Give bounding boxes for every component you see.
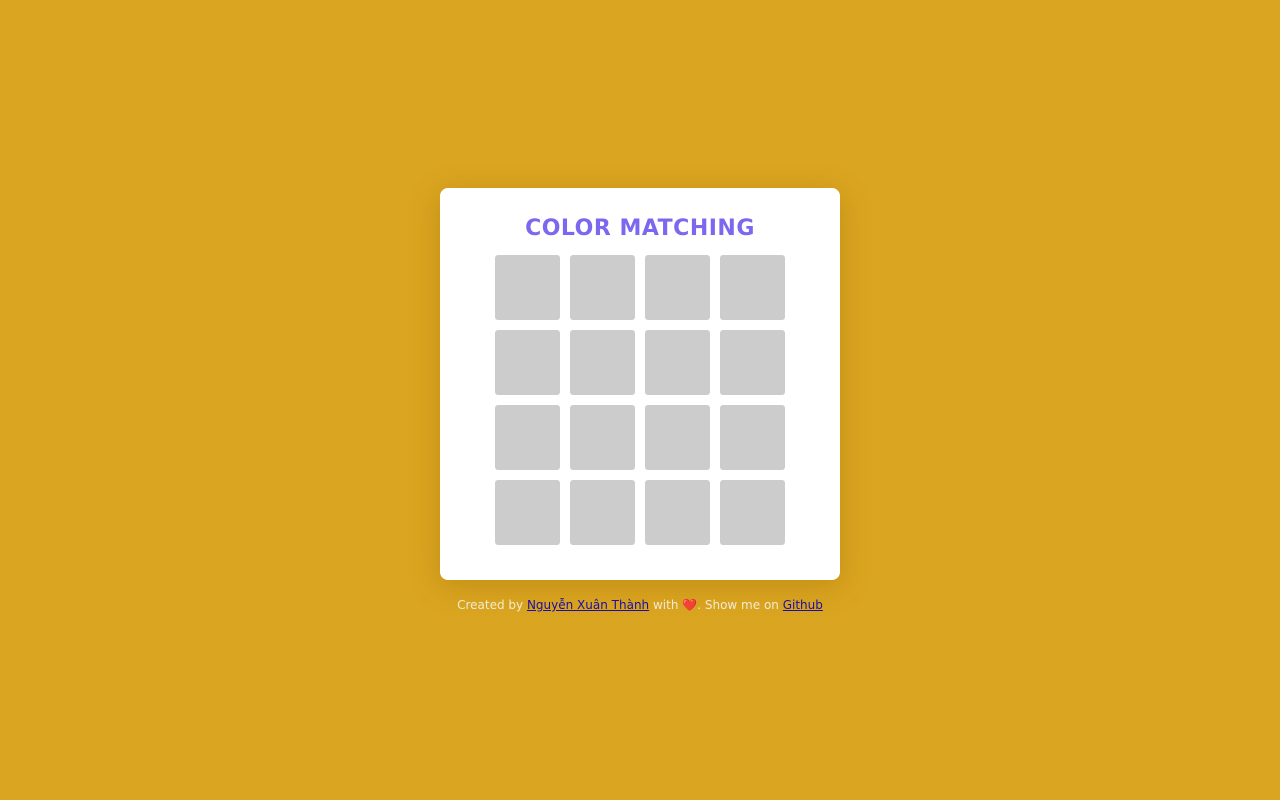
github-link[interactable]: Github	[783, 598, 823, 612]
tile[interactable]	[570, 255, 635, 320]
tile-board	[495, 255, 785, 545]
tile[interactable]	[495, 330, 560, 395]
footer-created-by: Created by	[457, 598, 524, 612]
tile[interactable]	[570, 405, 635, 470]
tile[interactable]	[495, 255, 560, 320]
tile[interactable]	[720, 405, 785, 470]
tile[interactable]	[720, 480, 785, 545]
tile[interactable]	[645, 255, 710, 320]
game-title: COLOR MATCHING	[525, 216, 755, 241]
tile[interactable]	[570, 330, 635, 395]
tile[interactable]	[645, 405, 710, 470]
tile[interactable]	[495, 405, 560, 470]
tile[interactable]	[645, 330, 710, 395]
tile[interactable]	[720, 255, 785, 320]
footer-with: with	[652, 598, 679, 612]
tile[interactable]	[495, 480, 560, 545]
tile[interactable]	[570, 480, 635, 545]
tile[interactable]	[645, 480, 710, 545]
tile[interactable]	[720, 330, 785, 395]
author-link[interactable]: Nguyễn Xuân Thành	[527, 598, 649, 612]
footer-show-me-on: . Show me on	[697, 598, 779, 612]
heart-icon: ❤️	[682, 598, 698, 612]
footer-credits: Created by Nguyễn Xuân Thành with ❤️. Sh…	[0, 596, 1280, 614]
